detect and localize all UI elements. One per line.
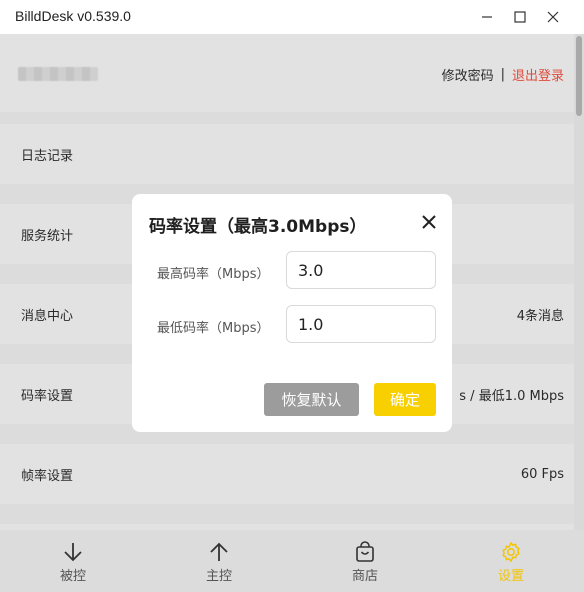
dialog-title: 码率设置（最高3.0Mbps） [149, 217, 367, 237]
window-title: BilldDesk v0.539.0 [15, 8, 131, 24]
arrow-up-icon [208, 541, 230, 563]
settings-row-value: 60 Fps [520, 466, 564, 482]
settings-row-value: s / 最低1.0 Mbps [459, 388, 564, 404]
confirm-button[interactable]: 确定 [374, 383, 436, 416]
scrollbar-thumb[interactable] [576, 36, 582, 116]
settings-row-label: 消息中心 [21, 308, 74, 324]
close-icon [422, 215, 436, 229]
max-bitrate-input[interactable] [286, 251, 436, 289]
nav-label: 主控 [205, 569, 232, 584]
nav-item-controller[interactable]: 主控 [146, 530, 292, 592]
maximize-icon [514, 11, 526, 23]
minimize-button[interactable] [470, 0, 504, 34]
nav-item-store[interactable]: 商店 [292, 530, 438, 592]
reset-default-button[interactable]: 恢复默认 [264, 383, 359, 416]
account-links: 修改密码 | 退出登录 [442, 65, 564, 84]
settings-row-label: 码率设置 [21, 388, 74, 404]
shopping-bag-icon [354, 541, 376, 563]
bitrate-dialog: 码率设置（最高3.0Mbps） 最高码率（Mbps） 最低码率（Mbps） 恢复… [132, 194, 452, 432]
maximize-button[interactable] [503, 0, 537, 34]
blurred-username [18, 67, 98, 81]
settings-row-label: 帧率设置 [21, 468, 74, 484]
account-row: 修改密码 | 退出登录 [0, 34, 574, 112]
scrollbar[interactable] [574, 34, 584, 530]
link-separator: | [500, 67, 505, 82]
minimize-icon [482, 16, 492, 18]
settings-row-label: 日志记录 [21, 148, 74, 164]
bottom-nav: 被控 主控 商店 设置 [0, 530, 584, 592]
settings-row-logs[interactable]: 日志记录 [0, 124, 574, 184]
dialog-close-button[interactable] [420, 213, 438, 231]
settings-row-framerate[interactable]: 帧率设置 60 Fps [0, 444, 574, 504]
nav-label: 被控 [59, 569, 86, 584]
nav-label: 设置 [497, 569, 524, 584]
logout-link[interactable]: 退出登录 [512, 65, 564, 84]
change-password-link[interactable]: 修改密码 [442, 65, 494, 84]
gear-icon [500, 541, 522, 563]
nav-item-settings[interactable]: 设置 [438, 530, 584, 592]
max-bitrate-label: 最高码率（Mbps） [157, 267, 270, 282]
title-bar: BilldDesk v0.539.0 [0, 0, 584, 34]
settings-row-value: 4条消息 [516, 308, 564, 324]
min-bitrate-input[interactable] [286, 305, 436, 343]
settings-row-label: 服务统计 [21, 228, 74, 244]
nav-label: 商店 [351, 569, 378, 584]
nav-item-controlled[interactable]: 被控 [0, 530, 146, 592]
close-window-button[interactable] [536, 0, 570, 34]
min-bitrate-label: 最低码率（Mbps） [157, 321, 270, 336]
close-icon [547, 11, 559, 23]
arrow-down-icon [62, 541, 84, 563]
